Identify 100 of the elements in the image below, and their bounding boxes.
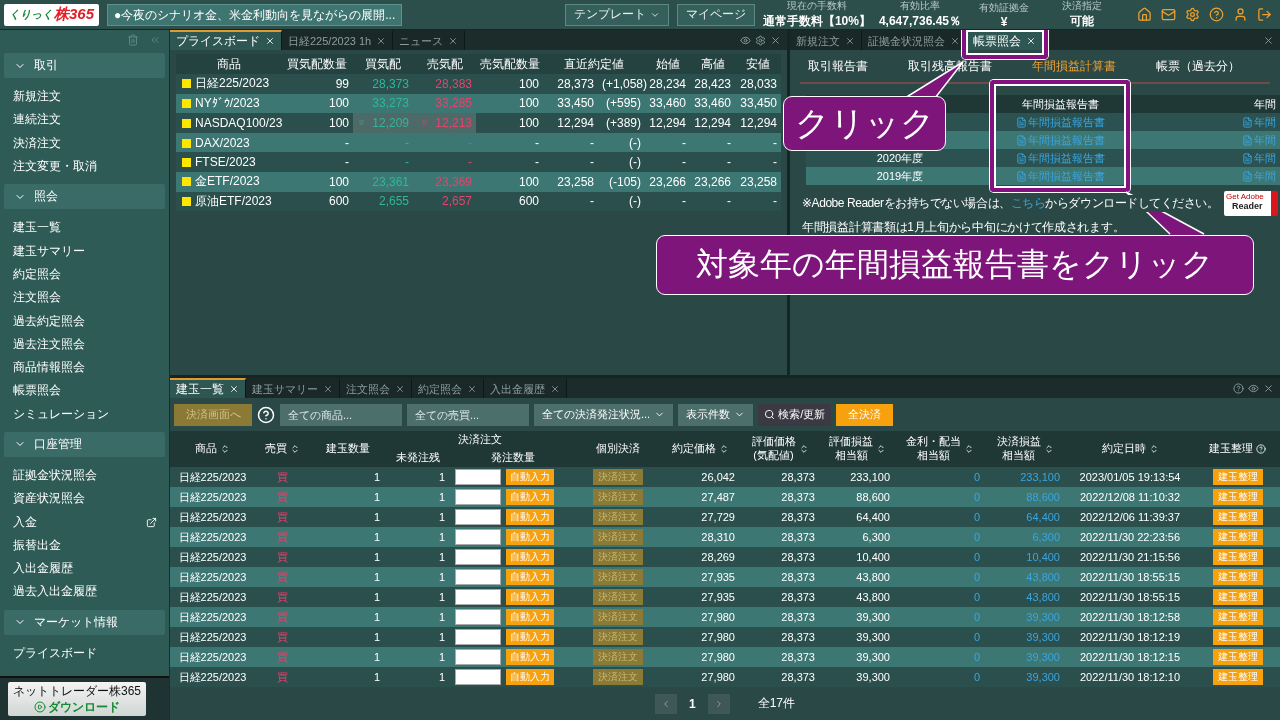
order-quantity-field[interactable] [455, 549, 501, 565]
sidebar-item[interactable]: 連続注文 [0, 108, 169, 132]
close-icon[interactable] [395, 384, 405, 394]
panel-tab[interactable]: プライスボード [170, 30, 282, 50]
sidebar-item[interactable]: 新規注文 [0, 85, 169, 109]
sort-icon[interactable] [798, 444, 809, 454]
close-icon[interactable] [550, 384, 560, 394]
table-row[interactable]: FTSE/2023 - - - - - (-) - - - [176, 152, 781, 172]
order-quantity-field[interactable] [455, 489, 501, 505]
sort-icon[interactable] [718, 444, 729, 454]
sort-icon[interactable] [964, 444, 974, 454]
sidebar-item[interactable]: 決済注文 [0, 131, 169, 155]
report-link[interactable]: 年間損益報告書 [1016, 114, 1105, 130]
sort-icon[interactable] [876, 444, 886, 454]
sidebar-section-header[interactable]: 照会 [4, 184, 165, 210]
download-link[interactable]: こちら [1010, 196, 1046, 210]
close-icon[interactable] [845, 36, 855, 46]
sidebar-section-header[interactable]: 口座管理 [4, 431, 165, 457]
table-row[interactable]: NASDAQ100/23 100 12,209 12,213 100 12,294 (+389) 12,294 12,294 12,294 [176, 113, 781, 133]
filter-dropdown[interactable]: 全ての決済発注状況... [534, 403, 674, 426]
download-link[interactable]: ダウンロード [34, 699, 120, 715]
order-quantity-field[interactable] [455, 669, 501, 685]
sort-icon[interactable] [290, 444, 300, 454]
close-icon[interactable] [770, 34, 781, 46]
panel-tab[interactable]: 建玉一覧 [170, 378, 246, 398]
order-quantity-field[interactable] [455, 649, 501, 665]
order-quantity-field[interactable] [455, 509, 501, 525]
table-row[interactable]: DAX/2023 - - - - - (-) - - - [176, 132, 781, 153]
table-row[interactable]: NYﾀﾞｳ/2023 100 33,273 33,285 100 33,450 (+595) 33,460 33,460 33,450 [176, 93, 781, 114]
column-header[interactable]: 商品 [195, 442, 217, 456]
report-tab[interactable]: 取引報告書 [800, 57, 882, 75]
logout-icon[interactable] [1257, 7, 1272, 22]
report-tab[interactable]: 年間損益計算書 [1024, 57, 1130, 75]
table-cell: 1 [310, 647, 385, 667]
sidebar-item[interactable]: 注文照会 [0, 286, 169, 310]
order-quantity-field[interactable] [455, 609, 501, 625]
sidebar-item[interactable]: 約定照会 [0, 262, 169, 287]
sidebar-item[interactable]: プライスボード [0, 641, 169, 665]
sidebar-item[interactable]: 証拠金状況照会 [0, 463, 169, 488]
report-link[interactable]: 年間 [1242, 150, 1276, 166]
sort-icon[interactable] [220, 444, 230, 454]
close-icon[interactable] [265, 36, 275, 46]
sidebar-item[interactable]: 入金 [0, 510, 169, 534]
table-row[interactable]: 原油ETF/2023 600 2,655 2,657 600 - (-) - - - [176, 191, 781, 212]
close-icon[interactable] [1263, 382, 1274, 394]
sidebar-item[interactable]: 商品情報照会 [0, 355, 169, 380]
filter-dropdown[interactable]: 表示件数 [678, 403, 754, 426]
sidebar-item[interactable]: 建玉サマリー [0, 239, 169, 263]
sidebar-item[interactable]: 振替出金 [0, 533, 169, 558]
close-icon[interactable] [1263, 34, 1274, 46]
order-quantity-field[interactable] [455, 569, 501, 585]
order-quantity-field[interactable] [455, 629, 501, 645]
close-icon[interactable] [448, 36, 459, 46]
download-badge[interactable]: ネットトレーダー株365 ダウンロード [8, 682, 147, 716]
table-row[interactable]: 日経225/2023 99 28,373 28,383 100 28,373 (+1,058) 28,234 28,423 28,033 [176, 74, 781, 94]
sort-icon[interactable] [1148, 444, 1159, 454]
column-header[interactable]: 約定日時 [1101, 442, 1146, 456]
report-link[interactable]: 年間損益報告書 [1016, 150, 1105, 166]
column-header[interactable]: 売買 [265, 442, 287, 456]
sidebar-item[interactable]: 過去約定照会 [0, 309, 169, 333]
sort-icon[interactable] [1043, 444, 1054, 454]
eye-icon[interactable] [1248, 382, 1259, 394]
sidebar-item[interactable]: シミュレーション [0, 402, 169, 426]
home-icon[interactable] [1137, 7, 1152, 22]
sidebar-section-header[interactable]: 取引 [4, 53, 165, 78]
close-icon[interactable] [1026, 36, 1036, 46]
sidebar-item[interactable]: 過去注文照会 [0, 332, 169, 356]
report-link[interactable]: 年間 [1242, 114, 1276, 130]
sidebar-item[interactable]: 入出金履歴 [0, 557, 169, 581]
filter-field[interactable]: 全ての商品... [280, 403, 402, 426]
sidebar-item[interactable]: 過去入出金履歴 [0, 580, 169, 604]
sidebar-item[interactable]: 注文変更・取消 [0, 154, 169, 179]
filter-field[interactable]: 全ての売買... [407, 403, 529, 426]
adobe-reader-badge[interactable]: Get Adobe Reader [1224, 191, 1278, 216]
close-icon[interactable] [323, 384, 333, 394]
close-icon[interactable] [376, 36, 387, 46]
settings-icon[interactable] [1185, 7, 1200, 22]
sidebar-section-header[interactable]: マーケット情報 [4, 609, 165, 635]
user-icon[interactable] [1233, 7, 1248, 22]
news-ticker[interactable]: ●今夜のシナリオ金、米金利動向を見ながらの展開... [107, 3, 403, 26]
close-icon[interactable] [467, 384, 477, 394]
close-icon[interactable] [229, 384, 239, 394]
eye-icon[interactable] [740, 34, 751, 46]
table-row[interactable]: 金ETF/2023 100 23,361 23,369 100 23,258 (-105) 23,266 23,266 23,258 [176, 171, 781, 192]
table-cell: 10,400 [985, 547, 1065, 567]
mail-icon[interactable] [1161, 7, 1176, 22]
header-button[interactable]: マイページ [676, 3, 755, 26]
sidebar-item[interactable]: 帳票照会 [0, 379, 169, 403]
order-quantity-field[interactable] [455, 529, 501, 545]
settings-icon[interactable] [755, 34, 766, 46]
header-button[interactable]: テンプレート [564, 3, 669, 26]
order-quantity-field[interactable] [455, 589, 501, 605]
page-number[interactable]: 1 [688, 696, 696, 711]
sidebar-item[interactable]: 建玉一覧 [0, 216, 169, 240]
sidebar-item[interactable]: 資産状況照会 [0, 487, 169, 511]
close-icon[interactable] [950, 36, 960, 46]
order-quantity-field[interactable] [455, 469, 501, 485]
search-button[interactable]: 検索/更新 [758, 403, 832, 426]
report-tab[interactable]: 帳票（過去分） [1148, 57, 1254, 75]
help-icon[interactable] [1209, 7, 1224, 22]
